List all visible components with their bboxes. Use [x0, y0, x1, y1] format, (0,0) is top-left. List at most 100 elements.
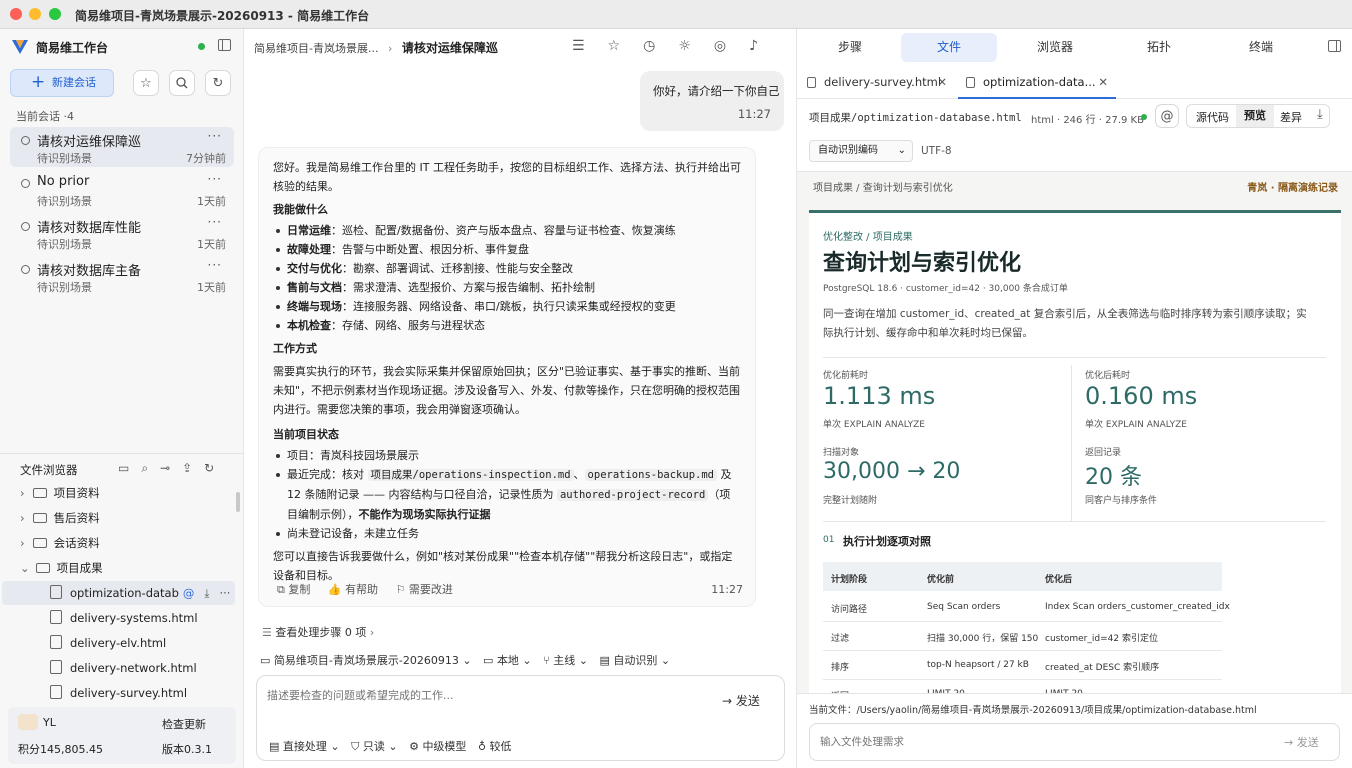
table-cell: top-N heapsort / 27 kB — [927, 660, 1029, 670]
encoding-select[interactable]: 自动识别编码 ⌄ — [809, 140, 913, 162]
file-path: 项目成果/optimization-database.html — [809, 112, 1022, 124]
table-cell: Seq Scan orders — [927, 602, 1001, 612]
sidebar-toggle-icon[interactable] — [218, 39, 231, 51]
table-cell: created_at DESC 索引顺序 — [1045, 663, 1160, 673]
stat-value: 1.113 ms — [823, 382, 936, 410]
panel-toggle-icon[interactable] — [1328, 40, 1341, 52]
tree-folder[interactable]: › 项目资料 — [20, 483, 100, 503]
table-header: 优化后 — [1045, 575, 1073, 585]
tab-steps[interactable]: 步骤 — [805, 33, 895, 62]
file-meta: html · 246 行 · 27.9 KB — [1031, 115, 1144, 126]
view-mode-group: 源代码 预览 差异 — [1186, 104, 1330, 128]
doc-title: 查询计划与索引优化 — [823, 251, 1022, 276]
section-title: 执行计划逐项对照 — [843, 535, 931, 548]
file-input-box: → 发送 — [809, 723, 1340, 761]
tab-files[interactable]: 文件 — [901, 33, 997, 62]
user-message: 你好，请介绍一下你自己 11:27 — [640, 71, 784, 131]
more-icon: ··· — [207, 258, 222, 272]
stat-sub: 单次 EXPLAIN ANALYZE — [823, 420, 925, 430]
assistant-message: 您好。我是简易维工作台里的 IT 工程任务助手，按您的目标组织工作、选择方法、执… — [258, 147, 756, 607]
copy-button[interactable]: ⧉ 复制 — [277, 583, 310, 596]
tree-file[interactable]: delivery-network.html — [50, 658, 197, 678]
table-cell: Index Scan orders_customer_created_idx — [1045, 602, 1230, 612]
conversation-item[interactable]: 请核对数据库性能 ··· 待识别场景 1天前 — [10, 213, 234, 253]
window-titlebar: 简易维项目-青岚场景展示-20260913 - 简易维工作台 — [0, 0, 1352, 29]
stat-value: 0.160 ms — [1085, 382, 1198, 410]
minimize-window-button[interactable] — [29, 8, 41, 20]
table-cell: customer_id=42 索引定位 — [1045, 634, 1158, 644]
chat-input-box: → 发送 ▤ 直接处理 ⌄ ⛉ 只读 ⌄ ⚙ 中级模型 ♁ 较低 — [256, 675, 785, 761]
search-button[interactable] — [169, 70, 195, 96]
conversation-item[interactable]: 请核对数据库主备 ··· 待识别场景 1天前 — [10, 256, 234, 296]
more-icon: ··· — [207, 129, 222, 143]
input-options: ▤ 直接处理 ⌄ ⛉ 只读 ⌄ ⚙ 中级模型 ♁ 较低 — [269, 738, 512, 754]
refresh-icon: ↻ — [212, 75, 224, 91]
project-select[interactable]: ▭ 简易维项目-青岚场景展示-20260913 ⌄ — [260, 654, 472, 667]
improve-button[interactable]: ⚐ 需要改进 — [396, 583, 453, 596]
table-header-row — [823, 562, 1222, 591]
diff-button[interactable]: 差异 — [1280, 109, 1302, 125]
tree-file[interactable]: optimization-datab @ ⤓ ··· — [50, 583, 240, 603]
close-window-button[interactable] — [10, 8, 22, 20]
breadcrumb-chat: 请核对运维保障巡 — [401, 41, 498, 55]
close-icon: ✕ — [1098, 75, 1108, 89]
arrow-right-icon: → — [722, 694, 733, 708]
tree-folder[interactable]: › 售后资料 — [20, 508, 100, 528]
tree-file[interactable]: delivery-elv.html — [50, 633, 166, 653]
stat-label: 优化前耗时 — [823, 371, 869, 381]
breadcrumb-project[interactable]: 简易维项目-青岚场景展... — [254, 42, 378, 55]
tree-folder[interactable]: › 会话资料 — [20, 533, 100, 553]
preview-button[interactable]: 预览 — [1236, 105, 1274, 127]
stat-label: 优化后耗时 — [1085, 371, 1131, 381]
tab-browser[interactable]: 浏览器 — [1009, 33, 1101, 62]
send-button[interactable]: → 发送 — [1284, 734, 1319, 750]
stat-sub: 单次 EXPLAIN ANALYZE — [1085, 420, 1187, 430]
tree-folder[interactable]: ⌄ 项目成果 — [20, 558, 103, 578]
location-select[interactable]: ▭ 本地 ⌄ — [483, 654, 532, 667]
mention-icon: @ — [182, 586, 195, 600]
exec-mode-select[interactable]: ▤ 直接处理 ⌄ — [269, 740, 340, 753]
more-icon: ··· — [219, 586, 231, 600]
charset: UTF-8 — [921, 145, 952, 157]
conversation-item[interactable]: No prior ··· 待识别场景 1天前 — [10, 170, 234, 210]
favorites-button[interactable]: ☆ — [133, 70, 159, 96]
avatar[interactable] — [18, 714, 38, 730]
model-select[interactable]: ⚙ 中级模型 — [409, 740, 466, 753]
helpful-button[interactable]: 👍 有帮助 — [328, 583, 378, 596]
at-icon: @ — [1160, 108, 1174, 124]
source-button[interactable]: 源代码 — [1196, 109, 1229, 125]
file-request-input[interactable] — [820, 733, 1220, 751]
mention-button[interactable]: @ — [1155, 104, 1179, 128]
tree-file[interactable]: delivery-systems.html — [50, 608, 198, 628]
scrollbar[interactable] — [236, 492, 240, 512]
effort-select[interactable]: ♁ 较低 — [478, 740, 512, 753]
permission-select[interactable]: ⛉ 只读 ⌄ — [351, 740, 397, 753]
star-icon: ☆ — [140, 75, 152, 91]
send-button[interactable]: → 发送 — [722, 692, 760, 709]
download-icon[interactable]: ⤓ — [1317, 107, 1323, 122]
refresh-button[interactable]: ↻ — [205, 70, 231, 96]
search-icon — [176, 77, 188, 89]
chat-input[interactable] — [267, 685, 687, 705]
status-dot — [198, 43, 205, 50]
conversation-item[interactable]: 请核对运维保障巡 ··· 待识别场景 7分钟前 — [10, 127, 234, 167]
tab-topology[interactable]: 拓扑 — [1113, 33, 1205, 62]
chat-toolbar[interactable]: ☰☆◷☼◎♪ — [572, 38, 781, 54]
zoom-window-button[interactable] — [49, 8, 61, 20]
branch-select[interactable]: ⑂ 主线 ⌄ — [543, 654, 588, 667]
chat-panel: 简易维项目-青岚场景展... › 请核对运维保障巡 ☰☆◷☼◎♪ 你好，请介绍一… — [244, 29, 797, 768]
steps-toggle[interactable]: ☰ 查看处理步骤 0 项 › — [262, 624, 374, 640]
section-number: 01 — [823, 535, 835, 545]
mode-select[interactable]: ▤ 自动识别 ⌄ — [599, 654, 670, 667]
file-browser-title: 文件浏览器 — [20, 463, 78, 477]
check-update-link[interactable]: 检查更新 — [162, 716, 206, 732]
tree-file[interactable]: delivery-survey.html — [50, 683, 187, 703]
table-header: 优化前 — [927, 575, 955, 585]
tab-terminal[interactable]: 终端 — [1215, 33, 1307, 62]
version: 版本0.3.1 — [162, 743, 212, 756]
file-tab[interactable]: delivery-survey.html ✕ — [807, 65, 955, 99]
sidebar: 简易维工作台 + 新建会话 ☆ ↻ 当前会话 ·4 请核对运维保障巡 ··· 待识别… — [0, 29, 244, 768]
file-tab-active[interactable]: optimization-data... ✕ — [958, 65, 1116, 99]
new-chat-button[interactable]: + 新建会话 — [10, 69, 114, 97]
file-browser-toolbar[interactable]: ▭⌕⊸⇪↻ — [118, 461, 226, 476]
